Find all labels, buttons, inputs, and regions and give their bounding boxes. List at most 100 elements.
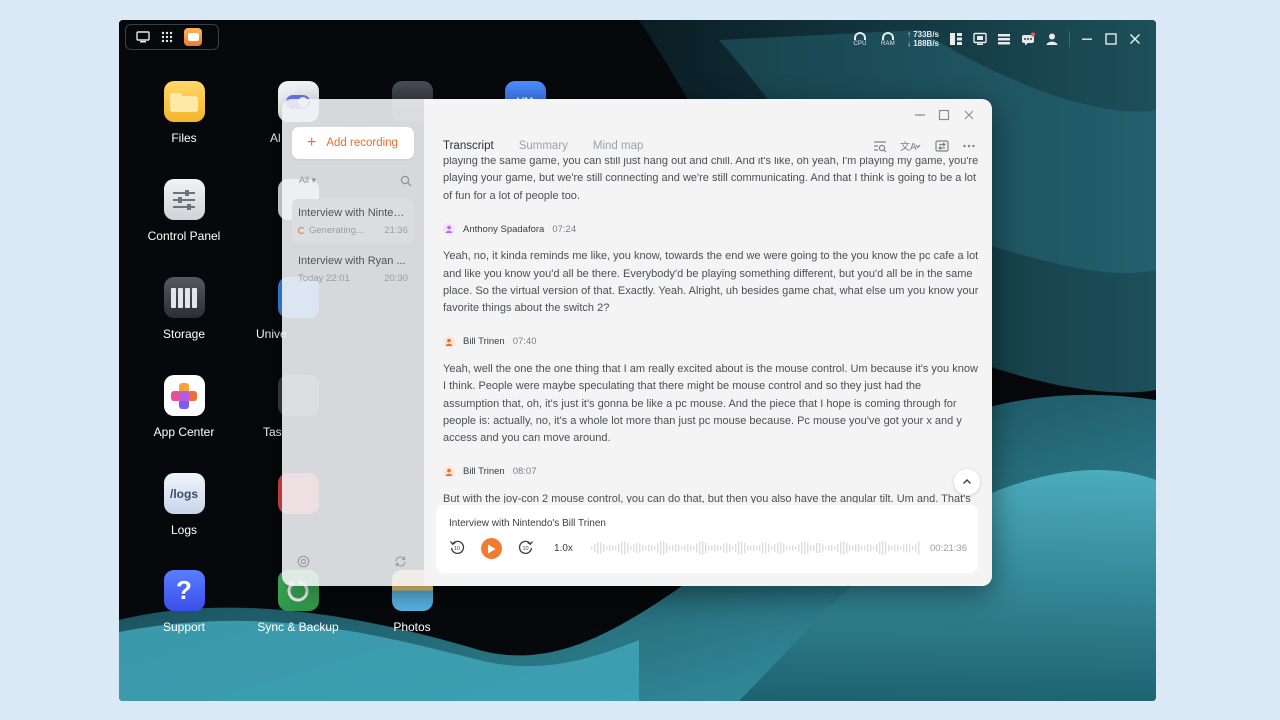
desktop-icon-app-center[interactable]: App Center — [134, 375, 234, 439]
translate-icon[interactable]: 文A — [900, 139, 922, 153]
storage-icon — [163, 277, 205, 318]
app-grid-icon[interactable] — [160, 30, 174, 44]
waveform-bar — [672, 544, 674, 552]
play-button[interactable] — [481, 538, 502, 559]
speaker-timestamp[interactable]: 07:24 — [552, 221, 576, 238]
network-rates[interactable]: ↑ 733B/s ↓ 188B/s — [907, 30, 939, 48]
waveform-bar — [678, 544, 680, 552]
waveform-bar — [699, 541, 701, 555]
waveform-bar — [666, 542, 668, 554]
add-recording-button[interactable]: + Add recording — [292, 127, 414, 159]
playback-speed[interactable]: 1.0x — [554, 543, 573, 554]
waveform-bar — [918, 541, 920, 555]
system-tray: CPU RAM ↑ 733B/s ↓ 188B/s — [851, 28, 1142, 50]
minimize-icon[interactable] — [1080, 32, 1094, 46]
waveform-bar — [882, 541, 884, 555]
desktop-icon-storage[interactable]: Storage — [134, 277, 234, 341]
waveform-bar — [744, 542, 746, 554]
waveform-bar — [885, 542, 887, 554]
find-in-text-icon[interactable] — [873, 139, 887, 153]
waveform-bar — [639, 543, 641, 553]
desktop-icon-files[interactable]: Files — [134, 81, 234, 145]
more-options-icon[interactable] — [962, 139, 976, 153]
show-desktop-icon[interactable] — [136, 30, 150, 44]
waveform-bar — [642, 545, 644, 551]
settings-icon[interactable] — [297, 555, 310, 568]
waveform-bar — [858, 543, 860, 553]
waveform-bar — [849, 544, 851, 552]
user-icon[interactable] — [1045, 32, 1059, 46]
forward-10-icon[interactable]: 10 — [518, 539, 534, 555]
waveform-bar — [912, 545, 914, 551]
recording-title: Interview with Ryan ... — [298, 255, 406, 267]
waveform-bar — [600, 542, 602, 554]
speaker-timestamp[interactable]: 07:40 — [513, 333, 537, 350]
ram-gauge[interactable]: RAM — [879, 31, 897, 47]
waveform-bar — [816, 543, 818, 553]
cpu-label: CPU — [853, 40, 867, 47]
waveform-bar — [702, 541, 704, 555]
waveform-bar — [726, 543, 728, 553]
desktop-icon-logs[interactable]: /logs Logs — [134, 473, 234, 537]
tab-mind-map[interactable]: Mind map — [593, 140, 644, 152]
waveform-bar — [759, 544, 761, 552]
view-tabs: Transcript Summary Mind map — [443, 140, 643, 152]
monitor-icon[interactable] — [973, 32, 987, 46]
transcript-toolbar: 文A — [873, 139, 976, 153]
waveform-bar — [906, 543, 908, 553]
desktop-icon-control-panel[interactable]: Control Panel — [134, 179, 234, 243]
tab-summary[interactable]: Summary — [519, 140, 568, 152]
recording-item[interactable]: Interview with Ryan ... Today 22:01 20:3… — [292, 247, 414, 291]
window-maximize-icon[interactable] — [938, 109, 950, 121]
waveform-bar — [645, 545, 647, 551]
filter-dropdown[interactable]: All ▾ — [299, 175, 316, 186]
maximize-icon[interactable] — [1104, 32, 1118, 46]
notifications-icon[interactable] — [1021, 32, 1035, 46]
waveform-bar — [795, 546, 797, 550]
desktop-icon-support[interactable]: ? Support — [134, 570, 234, 634]
waveform-bar — [711, 545, 713, 551]
player-duration: 00:21:36 — [930, 543, 967, 554]
waveform-bar — [693, 546, 695, 550]
waveform-bar — [852, 545, 854, 551]
waveform-bar — [846, 542, 848, 554]
sync-refresh-icon[interactable] — [394, 555, 407, 568]
logs-glyph: /logs — [169, 486, 198, 501]
window-minimize-icon[interactable] — [914, 109, 926, 121]
window-close-icon[interactable] — [963, 109, 975, 121]
waveform-bar — [762, 542, 764, 554]
speaker-avatar-icon — [443, 335, 455, 348]
tab-transcript[interactable]: Transcript — [443, 140, 494, 152]
scroll-to-top-button[interactable] — [954, 469, 980, 495]
waveform-bar — [822, 544, 824, 552]
waveform-bar — [606, 546, 608, 550]
swap-icon[interactable] — [935, 139, 949, 153]
audio-player: Interview with Nintendo's Bill Trinen 10… — [436, 505, 978, 573]
close-icon[interactable] — [1128, 32, 1142, 46]
waveform-bar — [855, 543, 857, 553]
widgets-icon[interactable] — [949, 32, 963, 46]
speaker-name: Anthony Spadafora — [463, 223, 545, 235]
cpu-gauge[interactable]: CPU — [851, 31, 869, 47]
waveform-bar — [648, 544, 650, 552]
recorder-window: + Add recording All ▾ Interview with Nin… — [282, 99, 992, 586]
tray-divider — [1069, 31, 1070, 47]
search-icon[interactable] — [400, 175, 412, 187]
speaker-timestamp[interactable]: 08:07 — [513, 463, 537, 480]
task-list-icon[interactable] — [997, 32, 1011, 46]
waveform-bar — [687, 543, 689, 553]
waveform-bar — [618, 543, 620, 553]
waveform-bar — [732, 546, 734, 550]
taskbar-left-group — [125, 24, 219, 50]
rewind-10-icon[interactable]: 10 — [449, 539, 465, 555]
transcript-text: Yeah, well the one the one thing that I … — [443, 362, 978, 445]
waveform-bar — [915, 544, 917, 552]
svg-text:文A: 文A — [900, 140, 917, 153]
waveform-bar — [798, 544, 800, 552]
recording-item[interactable]: Interview with Nintendo's Bill Trinen Ge… — [292, 199, 414, 243]
recorder-app-taskbar-icon[interactable] — [184, 28, 202, 46]
waveform-bar — [879, 541, 881, 555]
waveform-bar — [738, 541, 740, 555]
audio-waveform[interactable] — [591, 539, 921, 557]
recording-status: Today 22:01 — [298, 273, 350, 284]
